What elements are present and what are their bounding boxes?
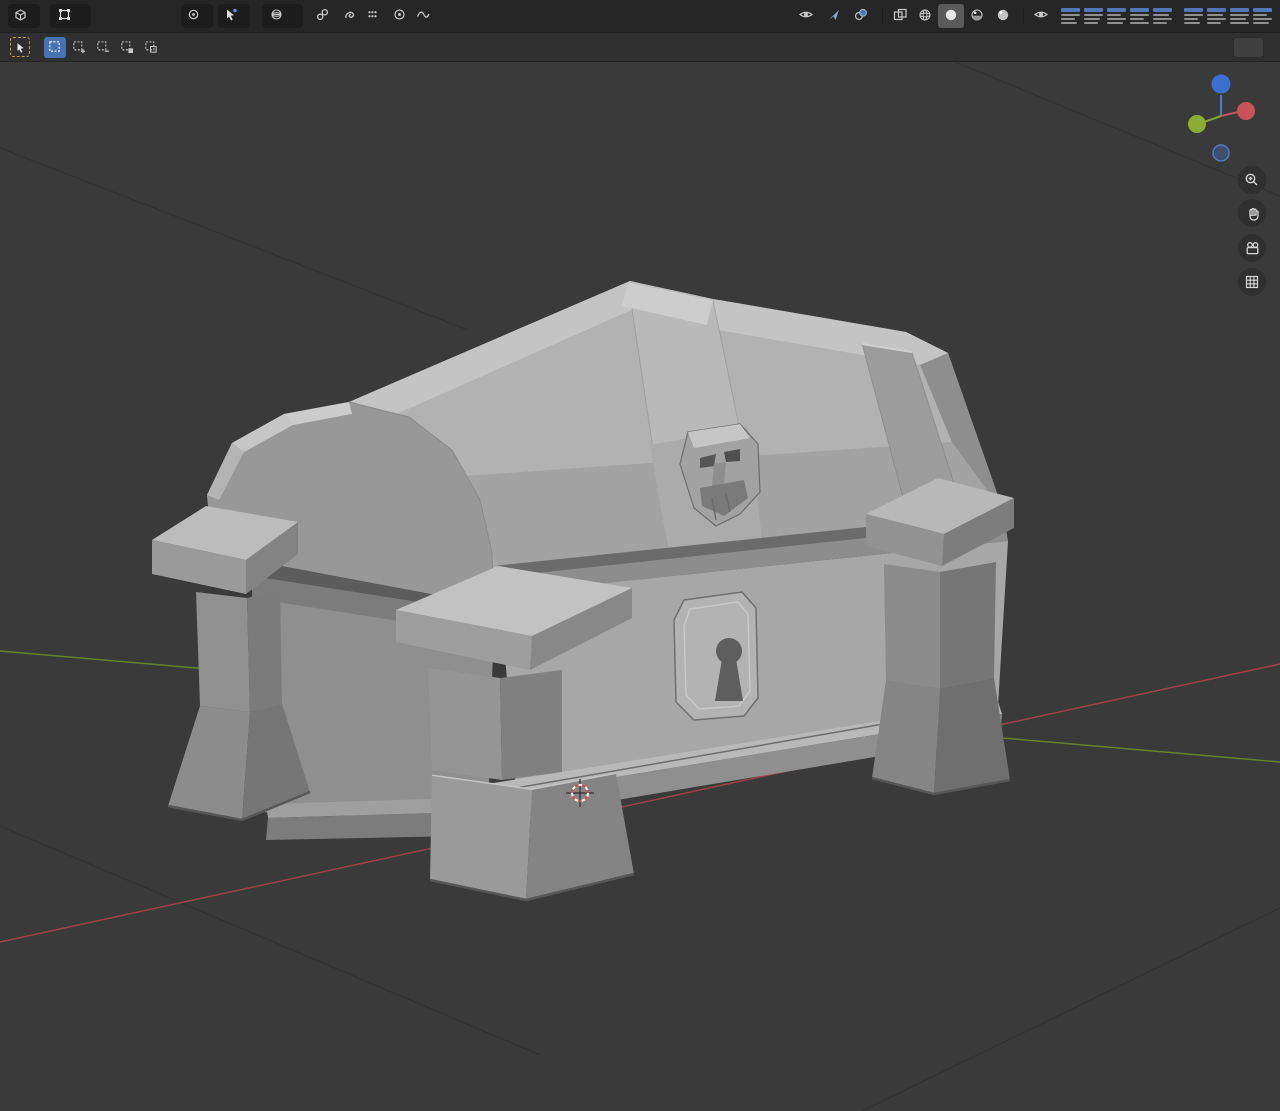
active-tool-select-box-icon[interactable] — [10, 37, 30, 57]
select-mode-group — [44, 37, 162, 58]
proportional-editing-toggle[interactable] — [338, 4, 361, 28]
tool-settings-bar — [0, 33, 1280, 62]
wireframe-sphere-icon — [917, 7, 933, 26]
viewport-scene[interactable] — [0, 62, 1280, 1111]
gizmo-negative-z-ball[interactable] — [1213, 145, 1229, 161]
hand-icon — [1244, 205, 1261, 222]
cursor-tool-dropdown[interactable] — [218, 4, 250, 28]
navigation-gizmo[interactable] — [1188, 75, 1255, 162]
falloff-curve-button[interactable] — [411, 4, 435, 28]
zoom-button[interactable] — [1238, 166, 1266, 194]
snap-target-dropdown[interactable] — [361, 4, 388, 28]
select-mode-invert-button[interactable] — [116, 37, 138, 58]
gizmo-z-ball[interactable] — [1212, 75, 1231, 94]
eye-icon — [798, 7, 814, 25]
object-types-visibility-dropdown[interactable] — [794, 4, 822, 28]
select-mode-set-button[interactable] — [44, 37, 66, 58]
orientation-globe-icon — [269, 7, 284, 25]
layer-bar — [1207, 8, 1226, 24]
layer-bar — [1061, 8, 1080, 24]
cursor-arrow-icon — [223, 7, 238, 25]
dot-circle-icon — [392, 7, 407, 25]
object-mode-icon — [57, 7, 72, 25]
solid-sphere-icon — [943, 7, 959, 26]
select-mode-subtract-button[interactable] — [92, 37, 114, 58]
proportional-falloff-toggle[interactable] — [388, 4, 411, 28]
projection-toggle-button[interactable] — [1238, 268, 1266, 296]
viewport-3d[interactable] — [0, 62, 1280, 1111]
pan-button[interactable] — [1238, 199, 1266, 227]
layer-bar — [1153, 8, 1172, 24]
layer-bar — [1107, 8, 1126, 24]
magnifier-icon — [1244, 172, 1260, 188]
pivot-point-icon — [186, 7, 201, 25]
menu-add[interactable] — [137, 4, 155, 28]
xray-toggle[interactable] — [888, 4, 912, 28]
overlays-dropdown[interactable] — [849, 4, 877, 28]
divider — [1023, 7, 1024, 25]
proportional-spiral-icon — [342, 7, 357, 25]
snap-link-icon — [315, 7, 330, 25]
shading-wireframe-button[interactable] — [912, 4, 938, 28]
gizmo-y-ball[interactable] — [1188, 115, 1206, 133]
options-dropdown[interactable] — [1233, 37, 1264, 58]
grid-icon — [1244, 274, 1260, 290]
transform-pivot-dropdown[interactable] — [181, 4, 213, 28]
header-layer-bars-group-1[interactable] — [1061, 8, 1172, 24]
select-mode-extend-button[interactable] — [68, 37, 90, 58]
visibility-eye-button[interactable] — [1029, 4, 1053, 28]
gizmo-x-ball[interactable] — [1237, 102, 1255, 120]
gizmo-dart-icon — [826, 7, 841, 25]
header-layer-bars-group-2[interactable] — [1184, 8, 1272, 24]
blender-window — [0, 0, 1280, 1111]
menu-select[interactable] — [119, 4, 137, 28]
menubar — [101, 4, 173, 28]
layer-bar — [1230, 8, 1249, 24]
camera-view-button[interactable] — [1238, 234, 1266, 262]
snapping-dropdown[interactable] — [311, 4, 338, 28]
treasure-chest-object[interactable] — [152, 281, 1014, 900]
eye-icon — [1033, 7, 1049, 25]
layer-bar — [1184, 8, 1203, 24]
gizmos-dropdown[interactable] — [822, 4, 849, 28]
material-sphere-icon — [969, 7, 985, 26]
divider — [882, 7, 883, 25]
menu-object[interactable] — [155, 4, 173, 28]
dots-grid-icon — [365, 7, 380, 25]
falloff-wave-icon — [415, 7, 431, 25]
chest-lock-plate[interactable] — [674, 592, 758, 720]
viewport-header — [0, 0, 1280, 33]
editor-type-3d-viewport-icon — [13, 7, 28, 25]
shading-rendered-button[interactable] — [990, 4, 1016, 28]
editor-type-button[interactable] — [8, 4, 40, 28]
layer-bar — [1253, 8, 1272, 24]
shading-solid-button[interactable] — [938, 4, 964, 28]
transform-orientation-dropdown[interactable] — [262, 4, 303, 28]
layer-bar — [1130, 8, 1149, 24]
rendered-sphere-icon — [995, 7, 1011, 26]
xray-squares-icon — [892, 7, 908, 25]
menu-view[interactable] — [101, 4, 119, 28]
layer-bar — [1084, 8, 1103, 24]
shading-material-button[interactable] — [964, 4, 990, 28]
chest-post-right[interactable] — [866, 478, 1014, 794]
select-mode-intersect-button[interactable] — [140, 37, 162, 58]
overlays-circles-icon — [853, 7, 869, 25]
mode-selector-dropdown[interactable] — [50, 4, 91, 28]
camera-icon — [1244, 240, 1261, 257]
